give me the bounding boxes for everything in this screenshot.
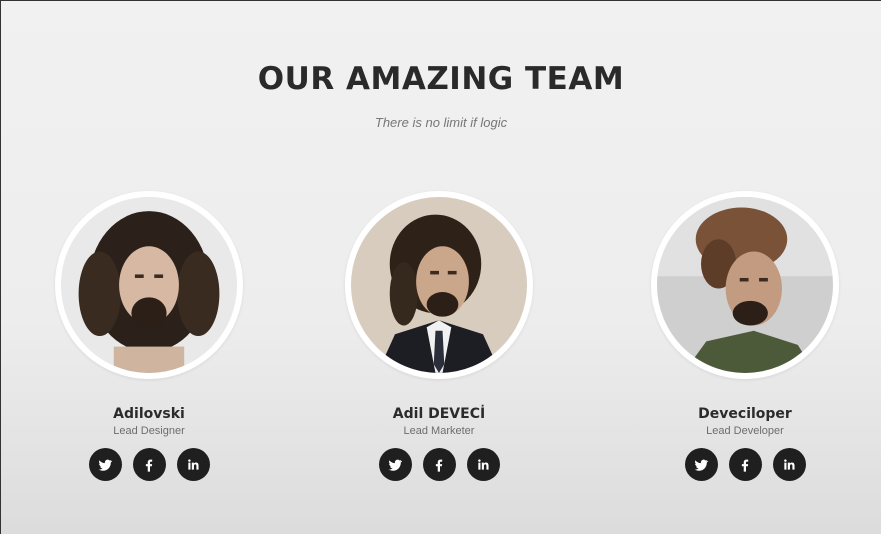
section-subtitle: There is no limit if logic: [374, 115, 508, 130]
social-links: [39, 448, 259, 481]
linkedin-icon[interactable]: [176, 448, 210, 481]
avatar: [651, 191, 839, 379]
team-member-card: Adilovski Lead Designer: [39, 191, 259, 481]
facebook-icon[interactable]: [728, 448, 762, 481]
member-role: Lead Designer: [113, 425, 185, 437]
team-member-card: Deveciloper Lead Developer: [635, 191, 855, 481]
member-photo: [657, 197, 833, 373]
section-title: OUR AMAZING TEAM: [257, 61, 625, 97]
twitter-icon[interactable]: [378, 448, 412, 481]
member-photo: [61, 197, 237, 373]
team-member-card: Adil DEVECİ Lead Marketer: [329, 191, 549, 481]
linkedin-icon[interactable]: [466, 448, 500, 481]
facebook-icon[interactable]: [422, 448, 456, 481]
facebook-icon[interactable]: [132, 448, 166, 481]
team-section: OUR AMAZING TEAM There is no limit if lo…: [0, 0, 881, 534]
member-name: Deveciloper: [698, 406, 792, 422]
avatar: [345, 191, 533, 379]
member-role: Lead Developer: [706, 425, 784, 437]
member-name: Adilovski: [113, 406, 185, 422]
avatar: [55, 191, 243, 379]
social-links: [329, 448, 549, 481]
member-role: Lead Marketer: [403, 425, 475, 437]
twitter-icon[interactable]: [684, 448, 718, 481]
twitter-icon[interactable]: [88, 448, 122, 481]
member-name: Adil DEVECİ: [392, 406, 486, 422]
social-links: [635, 448, 855, 481]
linkedin-icon[interactable]: [772, 448, 806, 481]
member-photo: [351, 197, 527, 373]
